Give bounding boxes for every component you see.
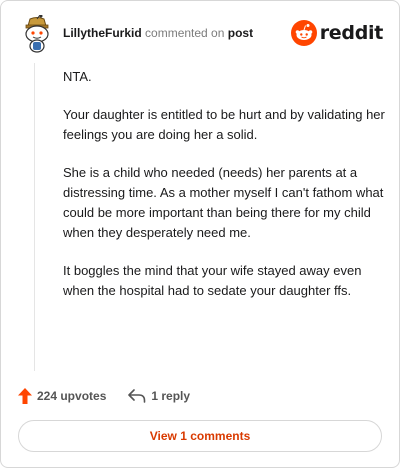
username-link[interactable]: LillytheFurkid: [63, 26, 142, 40]
reply-arrow-icon: [128, 389, 146, 403]
snoo-avatar-icon: [25, 14, 49, 53]
comment-paragraph: NTA.: [63, 69, 92, 84]
view-comments-button[interactable]: View 1 comments: [18, 420, 382, 452]
reddit-brand[interactable]: reddit: [290, 19, 384, 47]
action-text: commented on: [145, 26, 225, 40]
comment-paragraph: Your daughter is entitled to be hurt and…: [63, 107, 385, 142]
upvote-button[interactable]: 224 upvotes: [18, 388, 106, 404]
upvote-count: 224 upvotes: [37, 389, 107, 403]
post-link[interactable]: post: [228, 26, 253, 40]
comment-meta: LillytheFurkid commented on post: [63, 26, 253, 40]
user-avatar[interactable]: [19, 14, 55, 53]
reply-button[interactable]: 1 reply: [128, 389, 190, 403]
comment-actions: 224 upvotes 1 reply: [18, 387, 190, 405]
comment-paragraph: She is a child who needed (needs) her pa…: [63, 165, 384, 240]
upvote-arrow-icon: [18, 388, 32, 404]
comment-card: LillytheFurkid commented on post reddit …: [0, 0, 400, 468]
comment-paragraph: It boggles the mind that your wife staye…: [63, 263, 362, 298]
reply-count: 1 reply: [151, 389, 191, 403]
comment-body: NTA. Your daughter is entitled to be hur…: [63, 67, 385, 319]
thread-line: [34, 63, 35, 371]
comment-header: LillytheFurkid commented on post reddit: [17, 14, 384, 55]
reddit-logo-icon: [290, 20, 317, 46]
brand-wordmark: reddit: [319, 22, 384, 44]
